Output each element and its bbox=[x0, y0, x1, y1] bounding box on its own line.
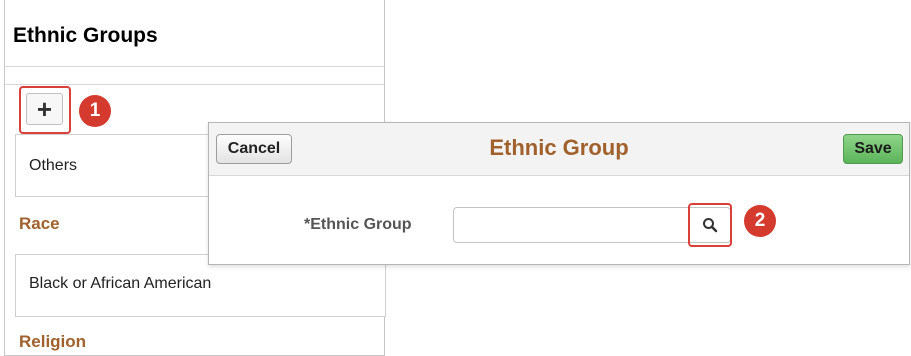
row-value-others: Others bbox=[29, 157, 78, 174]
divider bbox=[5, 84, 384, 85]
search-icon bbox=[703, 218, 718, 233]
lookup-highlight bbox=[688, 203, 732, 247]
section-heading-race: Race bbox=[19, 214, 60, 233]
lookup-button[interactable] bbox=[694, 209, 726, 241]
ethnic-group-label: *Ethnic Group bbox=[304, 216, 412, 233]
callout-badge-2: 2 bbox=[744, 205, 776, 237]
panel-title: Ethnic Groups bbox=[13, 24, 158, 47]
ethnic-group-modal: Cancel Ethnic Group Save *Ethnic Group bbox=[208, 122, 910, 265]
modal-header: Cancel Ethnic Group Save bbox=[209, 123, 909, 176]
section-heading-religion: Religion bbox=[19, 332, 87, 351]
divider bbox=[5, 66, 384, 67]
add-row-button[interactable]: + bbox=[26, 93, 63, 125]
callout-badge-1: 1 bbox=[79, 95, 111, 127]
add-button-highlight: + bbox=[19, 86, 71, 134]
row-value-race: Black or African American bbox=[29, 275, 212, 292]
plus-icon: + bbox=[36, 94, 53, 124]
save-button[interactable]: Save bbox=[843, 134, 903, 164]
modal-title: Ethnic Group bbox=[489, 135, 629, 160]
